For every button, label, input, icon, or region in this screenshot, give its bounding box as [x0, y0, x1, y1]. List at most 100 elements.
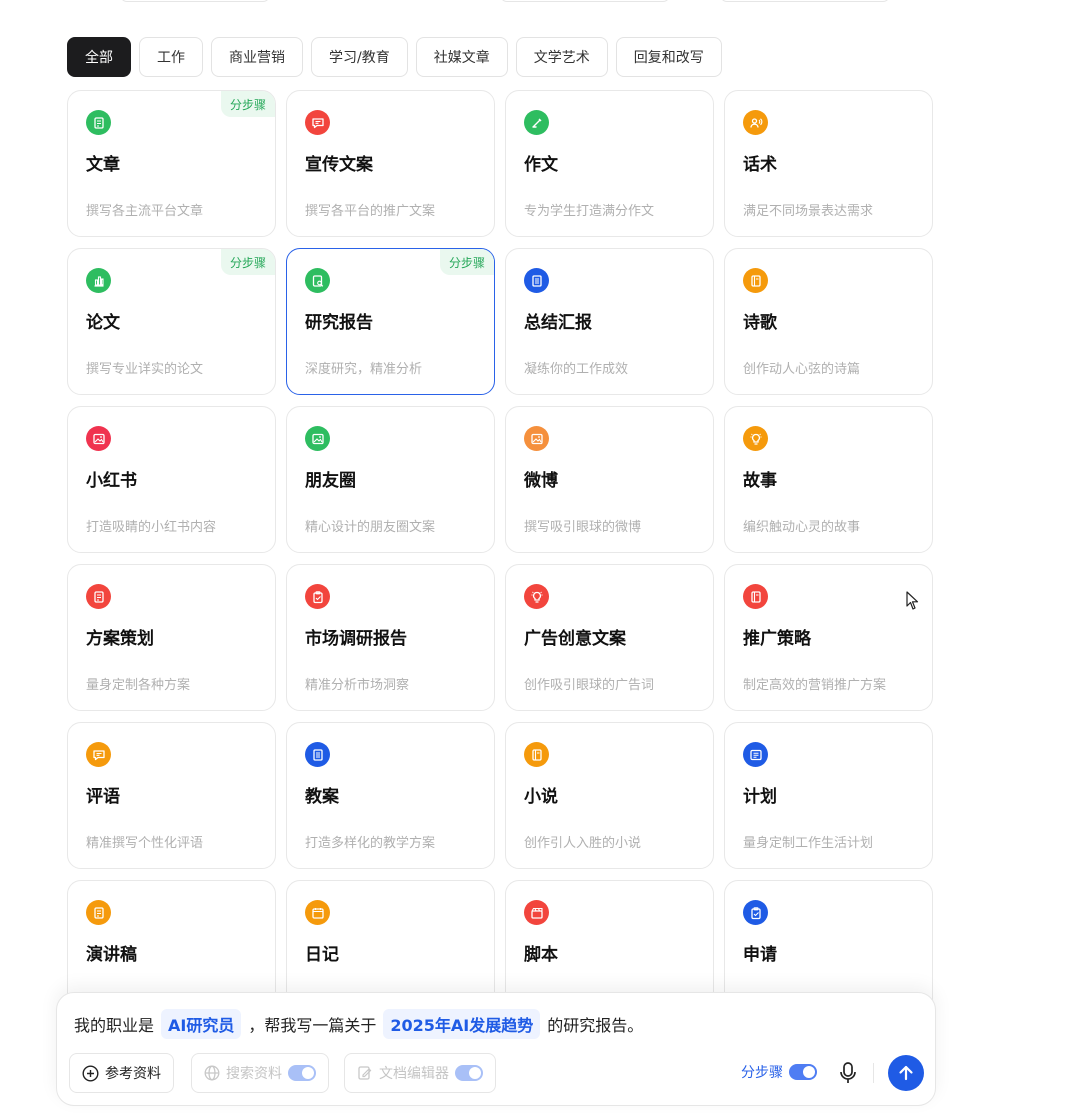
clapperboard-icon: [524, 900, 549, 925]
step-badge: 分步骤: [439, 249, 494, 275]
writing-type-card[interactable]: 市场调研报告精准分析市场洞察: [286, 564, 495, 711]
arrow-up-icon: [899, 1065, 913, 1081]
tab-5[interactable]: 文学艺术: [515, 37, 608, 77]
writing-type-card[interactable]: 朋友圈精心设计的朋友圈文案: [286, 406, 495, 553]
list-icon: [743, 742, 768, 767]
writing-type-card[interactable]: 诗歌创作动人心弦的诗篇: [724, 248, 933, 395]
card-description: 编织触动心灵的故事: [743, 520, 861, 535]
prompt-composer: 我的职业是 AI研究员 ，帮我写一篇关于 2025年AI发展趋势 的研究报告。 …: [56, 992, 936, 1106]
lightbulb-icon: [743, 426, 768, 451]
writing-type-card[interactable]: 推广策略 制定高效的营销推广方案: [724, 564, 933, 711]
lightbulb-icon: [524, 584, 549, 609]
image-icon: [305, 426, 330, 451]
card-description: 精心设计的朋友圈文案: [305, 520, 436, 535]
tab-1[interactable]: 工作: [139, 37, 203, 77]
card-title: 日记: [305, 945, 339, 965]
book-icon: [524, 742, 549, 767]
card-title: 市场调研报告: [305, 629, 407, 649]
prompt-text[interactable]: 我的职业是 AI研究员 ，帮我写一篇关于 2025年AI发展趋势 的研究报告。: [74, 1009, 643, 1039]
document-icon: [86, 584, 111, 609]
previous-row-edge: [720, 0, 890, 2]
writing-type-grid: 文章 撰写各主流平台文章 分步骤 宣传文案 撰写各平台的推广文案 作文 专为学生打造满分作文…: [67, 90, 933, 1027]
writing-type-card[interactable]: 话术 满足不同场景表达需求: [724, 90, 933, 237]
step-toggle-switch[interactable]: [789, 1064, 817, 1080]
prompt-middle: ，帮我写一篇关于: [248, 1016, 377, 1035]
card-description: 撰写吸引眼球的微博: [524, 520, 642, 535]
card-description: 打造吸睛的小红书内容: [86, 520, 217, 535]
card-title: 申请: [743, 945, 777, 965]
card-title: 微博: [524, 471, 558, 491]
card-description: 打造多样化的教学方案: [305, 836, 436, 851]
step-label: 分步骤: [741, 1065, 783, 1081]
writing-type-card[interactable]: 研究报告深度研究，精准分析 分步骤: [286, 248, 495, 395]
card-title: 评语: [86, 787, 120, 807]
chat-bubble-icon: [86, 742, 111, 767]
writing-type-card[interactable]: 教案 打造多样化的教学方案: [286, 722, 495, 869]
image-icon: [86, 426, 111, 451]
profession-chip[interactable]: AI研究员: [161, 1009, 242, 1039]
step-mode-toggle[interactable]: 分步骤: [741, 1062, 817, 1082]
writing-type-card[interactable]: 小说 创作引人入胜的小说: [505, 722, 714, 869]
notebook-icon: [305, 742, 330, 767]
card-description: 创作动人心弦的诗篇: [743, 362, 861, 377]
globe-icon: [204, 1065, 220, 1081]
topic-chip[interactable]: 2025年AI发展趋势: [383, 1009, 541, 1039]
card-title: 研究报告: [305, 313, 373, 333]
mouse-cursor-icon: [906, 591, 919, 610]
tab-6[interactable]: 回复和改写: [615, 37, 722, 77]
card-title: 广告创意文案: [524, 629, 626, 649]
writing-type-card[interactable]: 方案策划 量身定制各种方案: [67, 564, 276, 711]
tab-0[interactable]: 全部: [67, 37, 131, 77]
writing-type-card[interactable]: 故事 编织触动心灵的故事: [724, 406, 933, 553]
reference-button[interactable]: 参考资料: [69, 1053, 174, 1093]
search-toggle[interactable]: [288, 1065, 316, 1081]
previous-row-edge: [500, 0, 670, 2]
editor-toggle-button[interactable]: 文档编辑器: [344, 1053, 496, 1093]
writing-type-card[interactable]: 评语 精准撰写个性化评语: [67, 722, 276, 869]
card-description: 创作引人入胜的小说: [524, 836, 642, 851]
card-title: 宣传文案: [305, 155, 373, 175]
card-description: 凝练你的工作成效: [524, 362, 629, 377]
writing-type-card[interactable]: 小红书打造吸睛的小红书内容: [67, 406, 276, 553]
book-icon: [743, 268, 768, 293]
writing-type-card[interactable]: 文章 撰写各主流平台文章 分步骤: [67, 90, 276, 237]
notebook-icon: [524, 268, 549, 293]
speaker-person-icon: [743, 110, 768, 135]
card-title: 脚本: [524, 945, 558, 965]
step-badge: 分步骤: [220, 249, 275, 275]
plus-circle-icon: [82, 1064, 99, 1082]
card-description: 深度研究，精准分析: [305, 362, 423, 377]
card-description: 撰写各平台的推广文案: [305, 204, 436, 219]
card-description: 制定高效的营销推广方案: [743, 678, 887, 693]
clipboard-icon: [743, 900, 768, 925]
card-title: 诗歌: [743, 313, 777, 333]
tab-2[interactable]: 商业营销: [211, 37, 303, 77]
send-button[interactable]: [888, 1055, 924, 1091]
writing-type-card[interactable]: 广告创意文案创作吸引眼球的广告词: [505, 564, 714, 711]
tab-3[interactable]: 学习/教育: [311, 37, 408, 77]
card-description: 创作吸引眼球的广告词: [524, 678, 655, 693]
book-icon: [743, 584, 768, 609]
pen-icon: [524, 110, 549, 135]
card-description: 精准分析市场洞察: [305, 678, 410, 693]
writing-type-card[interactable]: 宣传文案撰写各平台的推广文案: [286, 90, 495, 237]
card-description: 撰写专业详实的论文: [86, 362, 204, 377]
writing-type-card[interactable]: 总结汇报 凝练你的工作成效: [505, 248, 714, 395]
editor-toggle[interactable]: [455, 1065, 483, 1081]
writing-type-card[interactable]: 作文 专为学生打造满分作文: [505, 90, 714, 237]
card-description: 撰写各主流平台文章: [86, 204, 204, 219]
search-toggle-button[interactable]: 搜索资料: [191, 1053, 329, 1093]
step-badge: 分步骤: [220, 91, 275, 117]
edit-document-icon: [358, 1066, 372, 1080]
prompt-suffix: 的研究报告。: [547, 1016, 644, 1035]
writing-type-card[interactable]: 计划 量身定制工作生活计划: [724, 722, 933, 869]
clipboard-icon: [305, 584, 330, 609]
bar-chart-icon: [86, 268, 111, 293]
card-title: 小红书: [86, 471, 137, 491]
writing-type-card[interactable]: 论文 撰写专业详实的论文 分步骤: [67, 248, 276, 395]
microphone-icon[interactable]: [837, 1061, 859, 1085]
tab-4[interactable]: 社媒文章: [415, 37, 508, 77]
card-title: 方案策划: [86, 629, 154, 649]
card-title: 朋友圈: [305, 471, 356, 491]
writing-type-card[interactable]: 微博撰写吸引眼球的微博: [505, 406, 714, 553]
